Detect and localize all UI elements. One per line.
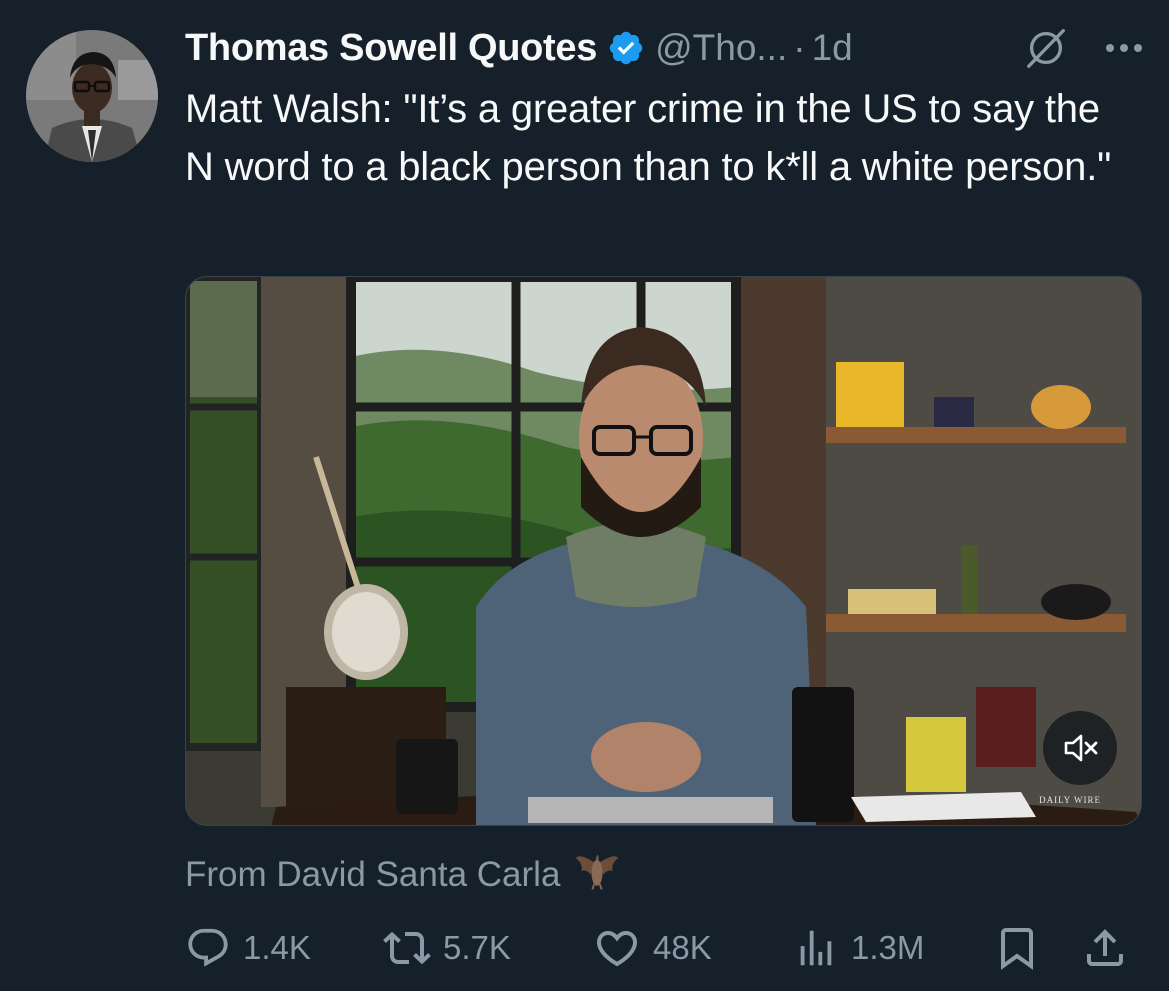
repost-icon — [383, 931, 431, 965]
repost-button[interactable]: 5.7K — [383, 920, 511, 976]
verified-badge-icon[interactable] — [607, 29, 645, 67]
separator-dot: · — [793, 27, 806, 68]
header-icons — [1023, 24, 1145, 72]
action-bar: 1.4K 5.7K 48K 1.3M — [185, 920, 1137, 976]
views-count: 1.3M — [851, 929, 925, 966]
reply-icon — [188, 928, 228, 967]
video-frame — [186, 277, 1141, 825]
grok-icon[interactable] — [1023, 25, 1069, 71]
heart-icon — [596, 931, 638, 967]
bookmark-button[interactable] — [993, 920, 1041, 976]
reply-count: 1.4K — [243, 929, 311, 966]
mute-button[interactable] — [1043, 711, 1117, 785]
repost-count: 5.7K — [443, 929, 511, 966]
bat-icon — [574, 850, 620, 901]
tweet[interactable]: Thomas Sowell Quotes @Tho... · 1d Matt W… — [0, 0, 1169, 991]
like-count: 48K — [653, 929, 712, 966]
speaker-muted-icon — [1064, 734, 1098, 762]
more-options-icon[interactable] — [1103, 42, 1145, 54]
video-watermark: DAILY WIRE — [1039, 795, 1101, 805]
tweet-header: Thomas Sowell Quotes @Tho... · 1d — [185, 24, 1145, 72]
display-name[interactable]: Thomas Sowell Quotes — [185, 27, 597, 70]
views-chart-icon — [800, 930, 832, 966]
like-button[interactable]: 48K — [593, 920, 712, 976]
video-player[interactable]: DAILY WIRE — [185, 276, 1142, 826]
share-icon — [1087, 929, 1123, 966]
share-button[interactable] — [1081, 920, 1129, 976]
user-handle[interactable]: @Tho... — [655, 27, 787, 69]
reply-button[interactable]: 1.4K — [185, 920, 311, 976]
views-button[interactable]: 1.3M — [793, 920, 924, 976]
timestamp[interactable]: 1d — [812, 27, 853, 69]
bookmark-icon — [1001, 928, 1033, 970]
source-text[interactable]: From David Santa Carla — [185, 855, 560, 895]
source-line: From David Santa Carla — [185, 850, 620, 900]
avatar[interactable] — [26, 30, 158, 162]
tweet-text: Matt Walsh: "It’s a greater crime in the… — [185, 87, 1112, 189]
